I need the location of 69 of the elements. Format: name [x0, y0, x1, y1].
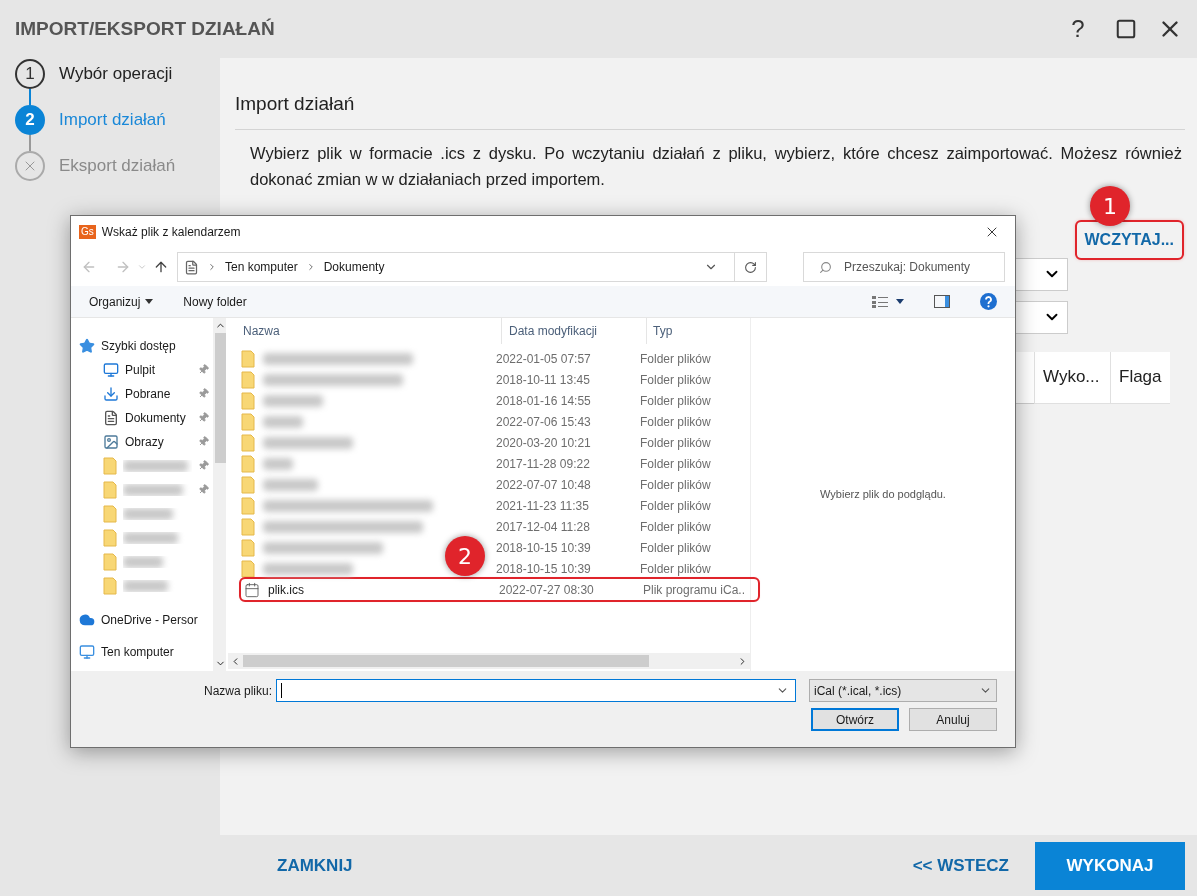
- file-type-select[interactable]: iCal (*.ical, *.ics): [809, 679, 997, 702]
- type-cell-text: Folder plików: [640, 392, 711, 410]
- cancel-button[interactable]: Anuluj: [909, 708, 997, 731]
- step-label: Eksport działań: [59, 155, 176, 178]
- dialog-title: Wskaż plik z kalendarzem: [101, 224, 242, 241]
- nav-item[interactable]: Szybki dostęp: [79, 335, 176, 356]
- type-cell-text: Folder plików: [640, 371, 711, 389]
- type-cell-text: Folder plików: [640, 350, 711, 368]
- app-logo: Gs: [79, 225, 96, 239]
- breadcrumb-item[interactable]: Dokumenty: [323, 258, 385, 276]
- date-cell-text: 2018-10-15 10:39: [496, 539, 592, 557]
- search-field[interactable]: Przeszukaj: Dokumenty: [803, 252, 1005, 282]
- nav-label: Obrazy: [125, 433, 165, 451]
- step-label: Wybór operacji: [59, 63, 173, 86]
- address-bar[interactable]: Ten komputer Dokumenty: [177, 252, 767, 282]
- column-header[interactable]: Typ: [646, 318, 750, 344]
- type-cell-text: Plik programu iCa..: [643, 581, 746, 599]
- type-cell-text: Folder plików: [640, 560, 711, 578]
- file-row[interactable]: plik.ics 2022-07-27 08:30 Plik programu iCa..: [241, 579, 758, 600]
- open-button[interactable]: Otwórz: [811, 708, 899, 731]
- date-cell-text: 2022-07-06 15:43: [496, 413, 592, 431]
- step-indicator: 2: [15, 105, 45, 135]
- type-cell-text: Folder plików: [640, 497, 711, 515]
- date-cell-text: 2018-10-11 13:45: [496, 371, 591, 389]
- date-cell-text: 2022-07-27 08:30: [499, 581, 595, 599]
- column-header[interactable]: Nazwa: [231, 318, 501, 344]
- nav-item[interactable]: Pulpit: [79, 359, 213, 380]
- date-cell-text: 2017-12-04 11:28: [496, 518, 591, 536]
- preview-message: Wybierz plik do podglądu.: [820, 487, 946, 503]
- column-header[interactable]: Flaga: [1110, 351, 1170, 404]
- back-button[interactable]: << WSTECZ: [912, 852, 1009, 879]
- nav-item[interactable]: OneDrive - Persor: [79, 609, 198, 630]
- date-cell-text: 2017-11-28 09:22: [496, 455, 591, 473]
- step-indicator: 1: [15, 59, 45, 89]
- nav-label: Szybki dostęp: [101, 337, 176, 355]
- type-cell-text: Folder plików: [640, 413, 711, 431]
- run-button[interactable]: WYKONAJ: [1035, 841, 1185, 890]
- new-folder-button[interactable]: Nowy folder: [183, 292, 247, 311]
- step-label: Import działań: [59, 109, 166, 132]
- column-header[interactable]: Data modyfikacji: [501, 318, 646, 344]
- section-title: Import działań: [235, 90, 1185, 130]
- filename-label: Nazwa pliku:: [203, 682, 272, 700]
- file-name: plik.ics: [268, 581, 304, 599]
- date-cell-text: 2021-11-23 11:35: [496, 497, 590, 515]
- date-cell-text: 2022-07-07 10:48: [496, 476, 592, 494]
- breadcrumb-item[interactable]: Ten komputer: [225, 258, 298, 276]
- nav-item[interactable]: Pobrane: [79, 383, 213, 404]
- organize-menu[interactable]: Organizuj: [89, 292, 154, 311]
- nav-label: Pulpit: [125, 361, 157, 379]
- close-button[interactable]: ZAMKNIJ: [277, 852, 353, 879]
- nav-label: Dokumenty: [125, 409, 187, 427]
- date-cell-text: 2022-01-05 07:57: [496, 350, 592, 368]
- date-cell-text: 2018-10-15 10:39: [496, 560, 592, 578]
- nav-item[interactable]: Ten komputer: [79, 641, 174, 662]
- type-cell-text: Folder plików: [640, 434, 711, 452]
- type-cell-text: Folder plików: [640, 476, 711, 494]
- column-header[interactable]: Wyko...: [1034, 351, 1110, 404]
- date-cell-text: 2018-01-16 14:55: [496, 392, 592, 410]
- window-title: IMPORT/EKSPORT DZIAŁAŃ: [15, 16, 276, 41]
- nav-label: Ten komputer: [101, 643, 174, 661]
- nav-label: OneDrive - Persor: [101, 611, 198, 629]
- type-cell-text: Folder plików: [640, 455, 711, 473]
- nav-item[interactable]: Dokumenty: [79, 407, 213, 428]
- nav-label: Pobrane: [125, 385, 172, 403]
- date-cell-text: 2020-03-20 10:21: [496, 434, 592, 452]
- type-cell-text: Folder plików: [640, 539, 711, 557]
- type-cell-text: Folder plików: [640, 518, 711, 536]
- help-button[interactable]: ?: [1063, 11, 1093, 47]
- nav-item[interactable]: Obrazy: [79, 431, 213, 452]
